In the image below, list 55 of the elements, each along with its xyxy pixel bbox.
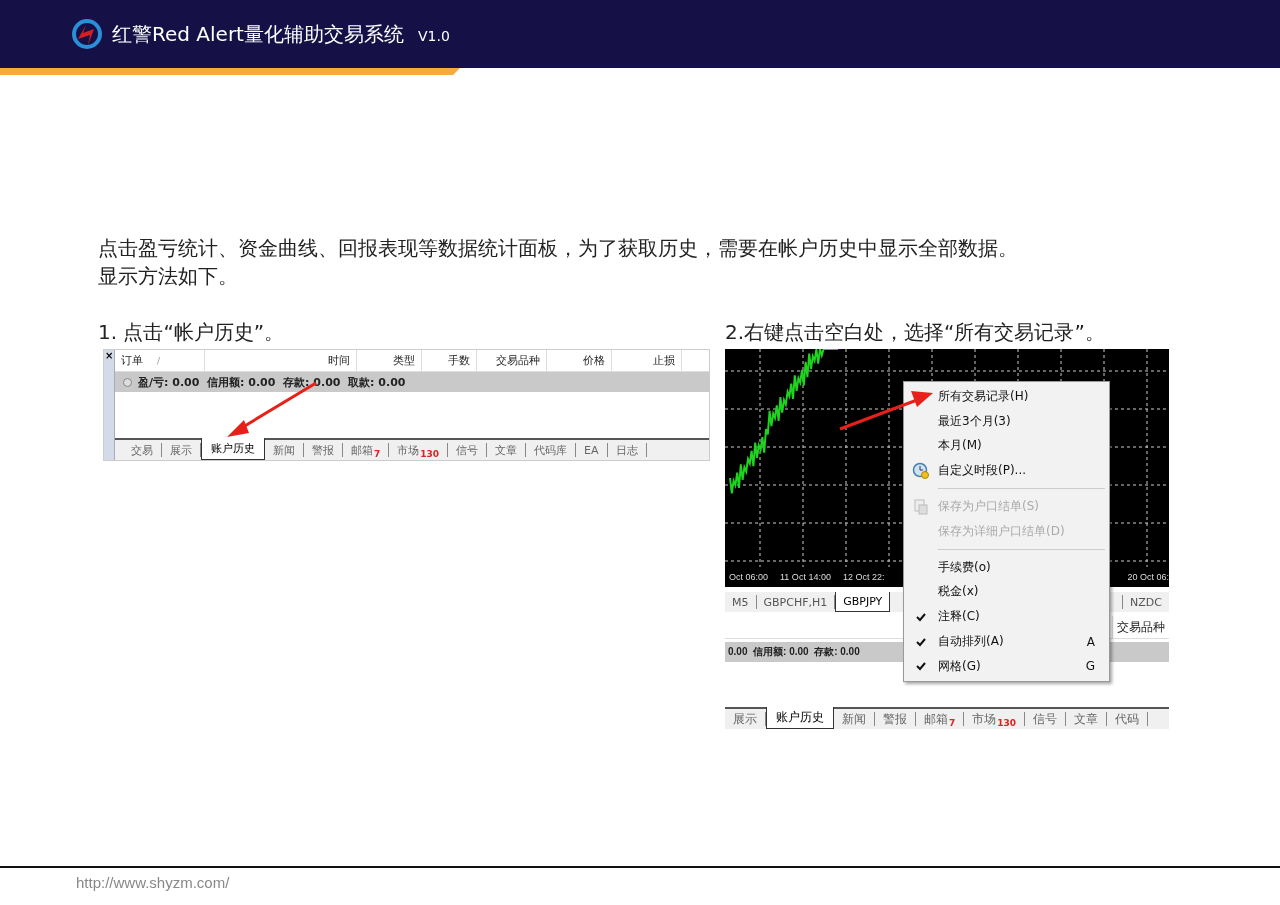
app-title: 红警Red Alert量化辅助交易系统 [112, 20, 404, 48]
menu-item[interactable]: 自定义时段(P)... [904, 458, 1109, 484]
column-header[interactable]: 类型 [357, 350, 422, 371]
panel-tab[interactable]: 文章 [487, 443, 527, 457]
panel-tab[interactable]: EA [576, 443, 608, 457]
count-label: 130 [420, 449, 440, 459]
menu-item[interactable]: 网格(G) G [904, 653, 1109, 679]
panel-tab[interactable]: 交易 [123, 443, 162, 457]
panel-tab[interactable]: 文章 [1066, 712, 1108, 726]
version-label: V1.0 [417, 28, 450, 44]
summary-text: 盈/亏: 0.00 信用额: 0.00 存款: 0.00 取款: 0.00 [138, 374, 406, 390]
chart-tab[interactable]: M5 [725, 595, 757, 609]
website-link[interactable]: http://www.shyzm.com/ [76, 874, 230, 891]
panel-tab[interactable]: 账户历史 [201, 438, 265, 460]
count-label: 7 [949, 718, 956, 728]
summary-text: 0.00 信用额: 0.00 存款: 0.00 [728, 645, 860, 659]
column-header[interactable]: 时间 [205, 350, 357, 371]
logo-icon [70, 17, 104, 51]
intro-text: 点击盈亏统计、资金曲线、回报表现等数据统计面板，为了获取历史，需要在帐户历史中显示全部数据。 [98, 235, 1019, 261]
time-label: 12 Oct 22: [842, 572, 885, 582]
count-label: 7 [374, 449, 381, 459]
menu-item[interactable]: 最近3个月(3) [904, 408, 1109, 434]
panel-tab[interactable]: 警报 [304, 443, 343, 457]
menu-item[interactable]: 手续费(o) [904, 554, 1109, 580]
column-header[interactable]: 交易品种 [1112, 616, 1169, 638]
close-button[interactable]: × [105, 350, 114, 361]
menu-item[interactable]: 所有交易记录(H) [904, 384, 1109, 409]
time-label: Oct 06:00 [729, 572, 769, 582]
panel-tab[interactable]: 代码 [1107, 712, 1149, 726]
column-header[interactable]: 手数 [422, 350, 477, 371]
intro-text: 显示方法如下。 [98, 263, 239, 289]
menu-item[interactable]: 自动排列(A) A [904, 629, 1109, 654]
column-header[interactable]: 交易品种 [477, 350, 547, 371]
step-caption: 1. 点击“帐户历史”。 [98, 319, 286, 345]
panel-tab[interactable]: 警报 [875, 712, 916, 726]
menu-item[interactable]: 注释(C) [904, 604, 1109, 630]
chart-tab[interactable]: GBPJPY [835, 592, 891, 612]
status-icon [123, 377, 132, 387]
panel-tab[interactable]: 日志 [607, 443, 647, 457]
column-header[interactable]: 价格 [547, 350, 612, 371]
column-header[interactable]: 订单 / [115, 350, 205, 371]
column-header[interactable]: 止损 [612, 350, 682, 371]
panel-tab[interactable]: 代码库 [526, 443, 577, 457]
menu-item[interactable]: 本月(M) [904, 433, 1109, 459]
panel-tab[interactable]: 信号 [448, 443, 488, 457]
panel-tab[interactable]: 账户历史 [766, 707, 834, 729]
step-caption: 2.右键点击空白处，选择“所有交易记录”。 [725, 319, 1106, 345]
count-label: 130 [997, 718, 1017, 728]
chart-tab[interactable]: NZDC [1122, 595, 1169, 609]
time-label: 11 Oct 14:00 [780, 572, 831, 582]
panel-tab[interactable]: 新闻 [265, 443, 304, 457]
menu-item[interactable]: 税金(x) [904, 579, 1109, 605]
time-label: 20 Oct 06: [1127, 572, 1169, 582]
panel-tab[interactable]: 新闻 [834, 712, 875, 726]
panel-tab[interactable]: 信号 [1025, 712, 1067, 726]
